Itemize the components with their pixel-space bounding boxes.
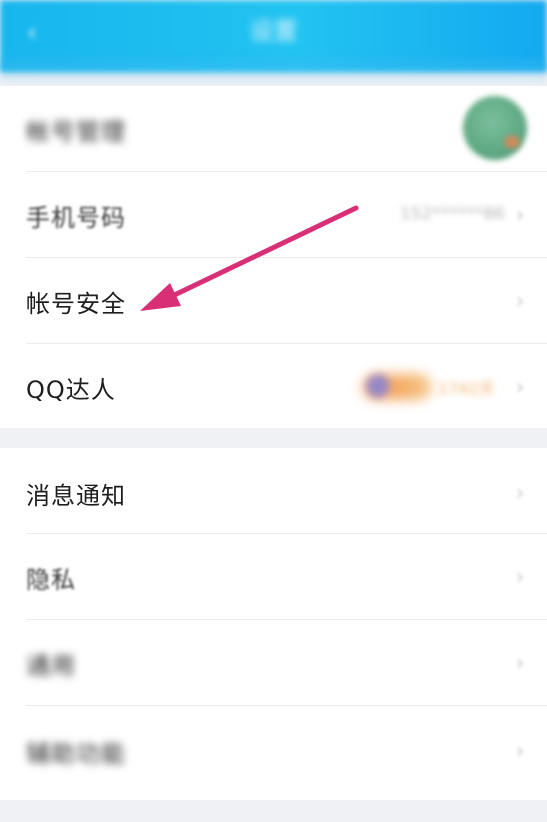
row-label: 隐私 <box>26 566 76 594</box>
chevron-right-icon: › <box>515 565 525 590</box>
account-settings-group: 帐号管理 手机号码 152******86 › 帐号安全 › QQ达人 1742… <box>0 86 547 428</box>
settings-row-qq-expert[interactable]: QQ达人 1742天 › <box>0 344 547 428</box>
settings-row-account-security[interactable]: 帐号安全 › <box>0 258 547 344</box>
chevron-right-icon: › <box>515 203 525 228</box>
row-label: 帐号管理 <box>26 118 126 146</box>
settings-row-accessibility[interactable]: 辅助功能 › <box>0 706 547 800</box>
title-bar-shadow <box>0 60 547 84</box>
settings-row-privacy[interactable]: 隐私 › <box>0 534 547 620</box>
row-label: 通用 <box>26 652 76 680</box>
chevron-right-icon: › <box>515 651 525 676</box>
row-label: 帐号安全 <box>26 290 126 318</box>
settings-row-account-management[interactable]: 帐号管理 <box>0 86 547 172</box>
page-title: 设置 <box>249 17 298 45</box>
qq-expert-days: 1742天 <box>438 379 495 398</box>
qq-expert-icon <box>366 374 390 398</box>
chevron-right-icon: › <box>515 481 525 506</box>
settings-row-notifications[interactable]: 消息通知 › <box>0 448 547 534</box>
row-label: 消息通知 <box>26 482 126 510</box>
phone-number-value: 152******86 <box>399 204 505 224</box>
row-label: QQ达人 <box>26 376 116 404</box>
settings-row-general[interactable]: 通用 › <box>0 620 547 706</box>
settings-row-phone-number[interactable]: 手机号码 152******86 › <box>0 172 547 258</box>
avatar <box>463 96 527 160</box>
row-label: 手机号码 <box>26 204 126 232</box>
chevron-right-icon: › <box>515 375 525 400</box>
general-settings-group: 消息通知 › 隐私 › 通用 › 辅助功能 › <box>0 448 547 800</box>
row-label: 辅助功能 <box>26 740 126 768</box>
chevron-right-icon: › <box>515 289 525 314</box>
chevron-right-icon: › <box>515 739 525 764</box>
avatar-badge <box>505 136 519 148</box>
